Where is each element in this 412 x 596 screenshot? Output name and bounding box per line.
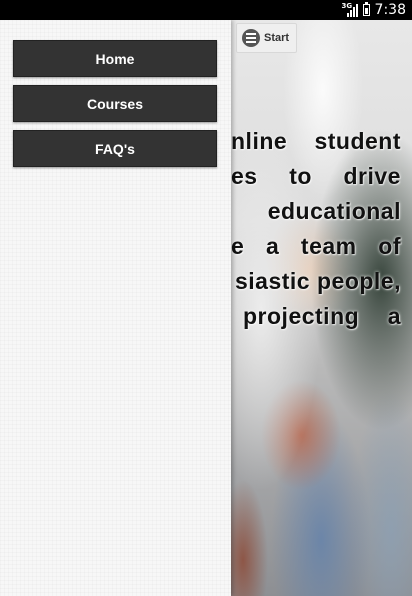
status-bar: 3G 7:38 xyxy=(0,0,412,20)
intro-word: a xyxy=(265,233,280,259)
intro-text-line: educational xyxy=(231,198,401,224)
menu-icon xyxy=(242,29,260,47)
intro-word: drive xyxy=(343,163,401,189)
menu-item-home[interactable]: Home xyxy=(13,40,217,77)
intro-word: of xyxy=(378,233,401,259)
intro-word: to xyxy=(289,163,312,189)
intro-text-line: siastic people, xyxy=(231,268,401,294)
intro-word: nline xyxy=(231,128,288,154)
menu-item-label: Courses xyxy=(86,95,144,112)
start-button[interactable]: Start xyxy=(236,23,297,53)
menu-item-courses[interactable]: Courses xyxy=(13,85,217,122)
intro-word: student xyxy=(314,128,401,154)
intro-word: projecting xyxy=(243,303,360,329)
status-icons: 3G 7:38 xyxy=(342,0,406,20)
intro-text-line: es to drive xyxy=(231,163,401,189)
intro-word: es xyxy=(231,163,258,189)
intro-text-line: e a team of xyxy=(231,233,401,259)
navigation-drawer: Home Courses FAQ's xyxy=(0,20,231,596)
battery-icon xyxy=(362,2,370,16)
intro-word: siastic people, xyxy=(234,268,401,294)
menu-item-label: Home xyxy=(95,50,135,67)
signal-icon: 3G xyxy=(342,2,358,17)
intro-word: educational xyxy=(267,198,401,224)
intro-text-line: nline student xyxy=(231,128,401,154)
main-content: Start nline student es to drive educatio… xyxy=(231,20,412,596)
start-label: Start xyxy=(264,32,290,44)
menu-item-label: FAQ's xyxy=(95,140,135,157)
intro-text-line: projecting a xyxy=(243,303,401,329)
menu-item-faqs[interactable]: FAQ's xyxy=(13,130,217,167)
status-time: 7:38 xyxy=(374,2,406,18)
intro-word: a xyxy=(387,303,401,329)
intro-word: e xyxy=(231,233,245,259)
intro-word: team xyxy=(300,233,357,259)
